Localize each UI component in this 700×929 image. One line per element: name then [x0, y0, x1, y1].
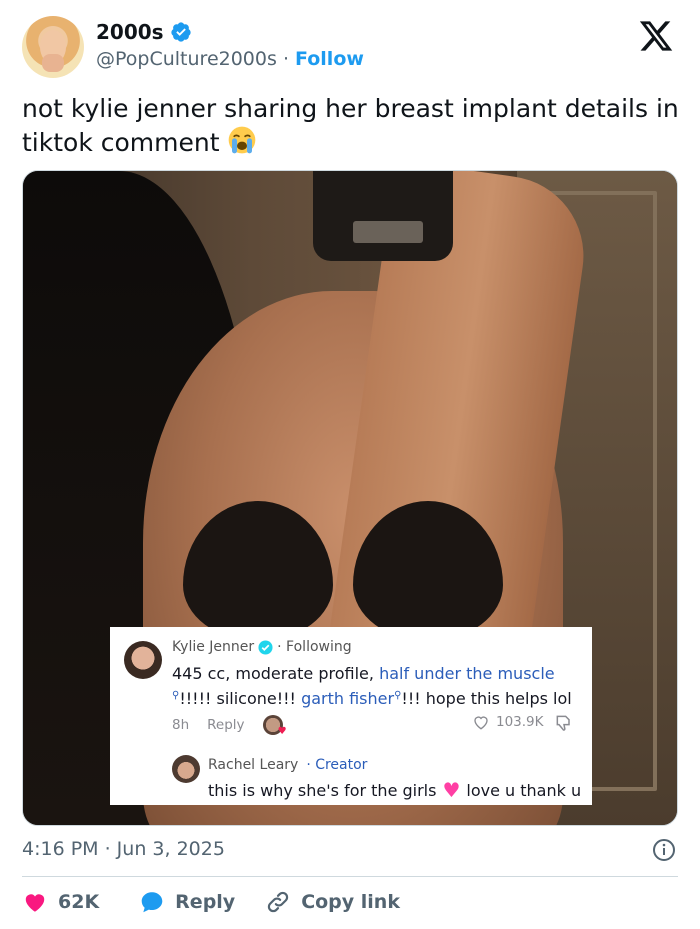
pink-heart-icon: ♥: [442, 778, 461, 802]
commenter-status: · Following: [277, 639, 352, 655]
author-handle[interactable]: @PopCulture2000s: [96, 48, 277, 70]
comment-time: 8h: [172, 717, 190, 733]
info-icon[interactable]: [652, 838, 676, 862]
author-name-row[interactable]: 2000s: [96, 20, 192, 44]
dislike-icon: [556, 715, 570, 731]
replier-name: Rachel Leary: [208, 757, 299, 773]
comment-meta: 8h Reply ♥: [172, 715, 287, 737]
heart-icon: [25, 894, 45, 912]
tweet-card: 2000s @PopCulture2000s · Follow not kyli…: [0, 0, 700, 929]
creator-badge: · Creator: [306, 757, 368, 773]
verified-check-icon: [258, 639, 273, 655]
author-handle-row: @PopCulture2000s · Follow: [96, 48, 364, 70]
link-icon: [268, 891, 289, 913]
like-button[interactable]: 62K: [22, 889, 99, 915]
tiktok-comment-screenshot: Kylie Jenner · Following 445 cc, moderat…: [110, 627, 592, 805]
replier-name-row: Rachel Leary · Creator: [208, 757, 367, 773]
reply-text-before: this is why she's for the girls: [208, 780, 437, 800]
copy-link-label: Copy link: [301, 891, 400, 913]
tweet-actions: 62K Reply Copy link: [22, 888, 400, 916]
footer-divider: [22, 876, 678, 877]
liked-by-creator-avatar: ♥: [262, 715, 287, 737]
author-avatar[interactable]: [22, 16, 84, 78]
replier-avatar: [172, 755, 200, 783]
comment-likes: 103.9K: [472, 713, 544, 731]
avatar-hands: [42, 54, 64, 72]
author-name[interactable]: 2000s: [96, 20, 164, 44]
verified-badge-icon: [170, 22, 191, 42]
comment-reply-label: Reply: [207, 717, 245, 733]
photo-phone: [313, 171, 453, 261]
tweet-body: not kylie jenner sharing her breast impl…: [22, 94, 679, 157]
comment-text-part2: !!!!! silicone!!!: [179, 689, 302, 708]
reply-button[interactable]: Reply: [139, 889, 235, 915]
tweet-timestamp[interactable]: 4:16 PM · Jun 3, 2025: [22, 838, 225, 860]
heart-outline-icon: [474, 716, 488, 730]
commenter-name-row: Kylie Jenner · Following: [172, 639, 352, 655]
photo-phone-case: [353, 221, 423, 243]
reply-bubble-icon: [141, 892, 163, 913]
reply-text: this is why she's for the girls ♥ love u…: [208, 780, 581, 800]
comment-link-garth: garth fisher: [301, 689, 395, 708]
comment-link-muscle: half under the muscle: [379, 664, 555, 683]
tweet-text: not kylie jenner sharing her breast impl…: [22, 92, 682, 159]
commenter-avatar: [124, 641, 162, 679]
like-count: 62K: [58, 891, 100, 913]
reply-text-after: love u thank u: [466, 780, 582, 800]
copy-link-button[interactable]: Copy link: [265, 889, 400, 915]
x-logo-icon[interactable]: [636, 18, 676, 54]
follow-button[interactable]: Follow: [295, 48, 364, 70]
reply-label: Reply: [175, 891, 236, 913]
commenter-name: Kylie Jenner: [172, 639, 255, 655]
comment-like-count: 103.9K: [496, 714, 544, 730]
comment-text: 445 cc, moderate profile, half under the…: [172, 663, 582, 710]
comment-text-part3: !!! hope this helps lol: [401, 689, 572, 708]
comment-text-part1: 445 cc, moderate profile,: [172, 664, 380, 683]
separator-dot: ·: [282, 48, 289, 70]
loudly-crying-face-icon: [229, 126, 256, 154]
